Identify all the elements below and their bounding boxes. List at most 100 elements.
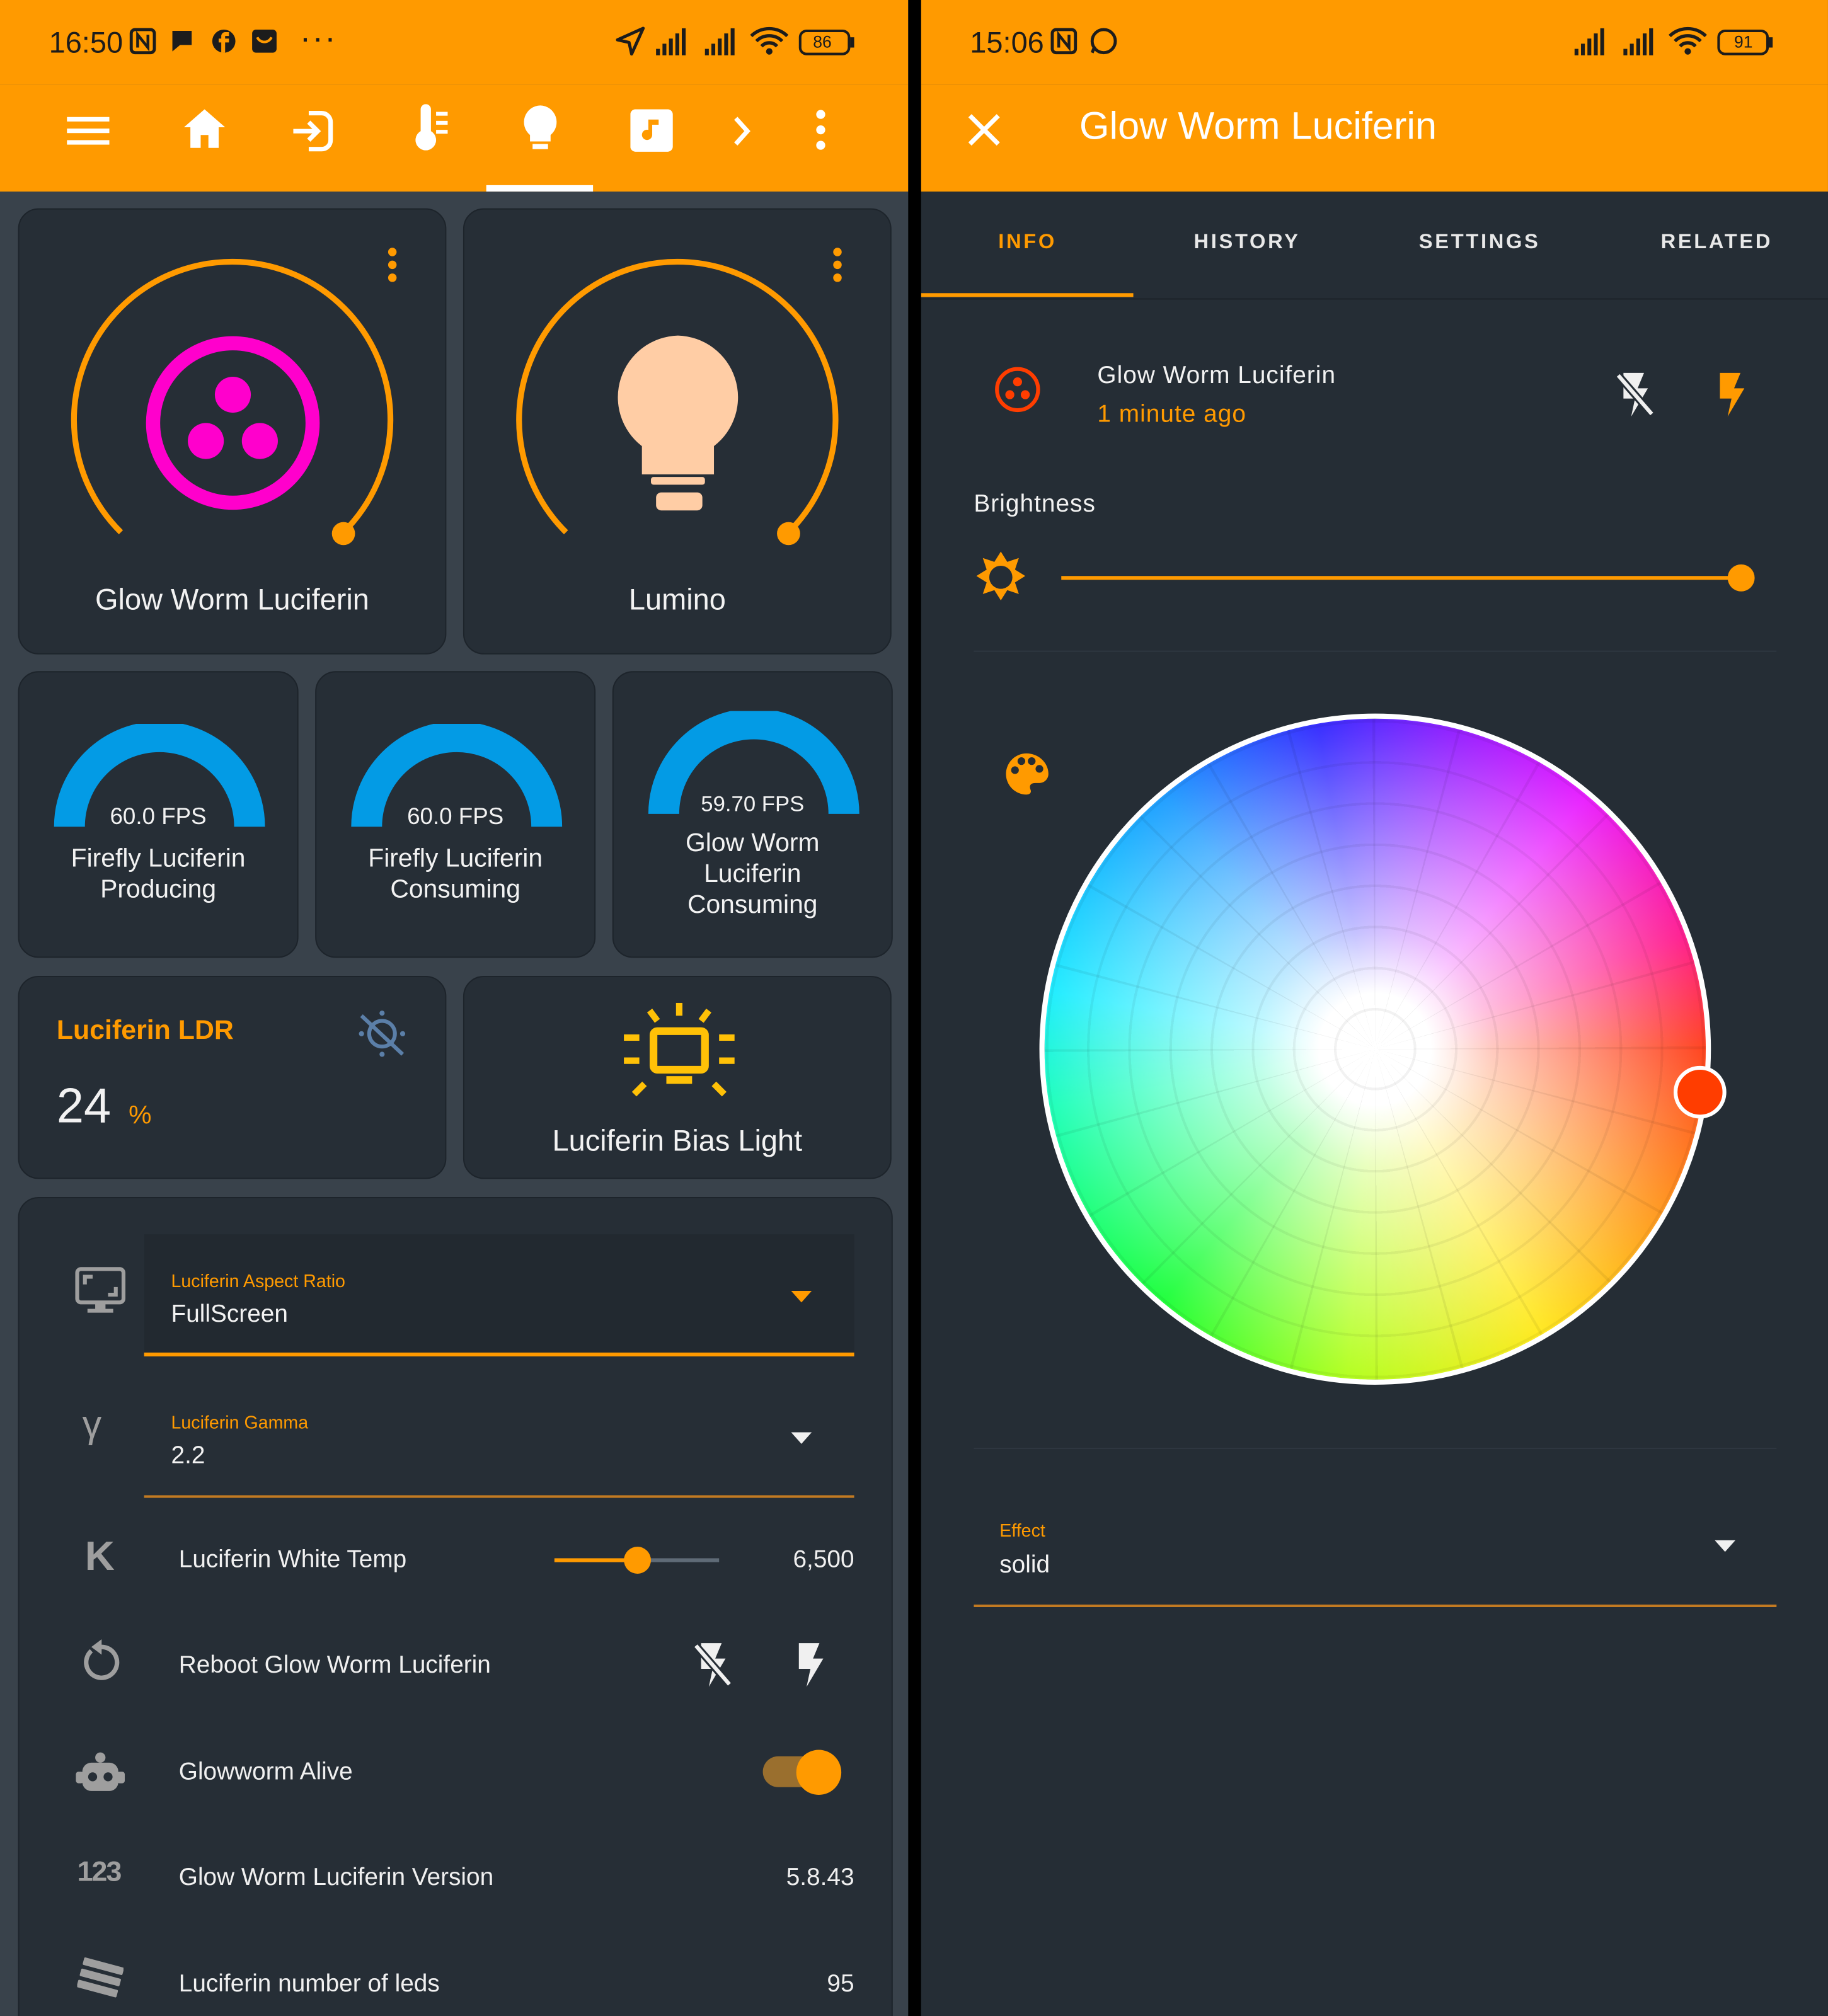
gamma-select[interactable]: Luciferin Gamma 2.2: [144, 1376, 854, 1498]
alive-toggle[interactable]: [762, 1750, 842, 1795]
effect-select[interactable]: Effect solid: [974, 1491, 1777, 1607]
last-updated: 1 minute ago: [1097, 401, 1246, 428]
toggle-knob: [796, 1750, 842, 1795]
glowworm-icon: [146, 336, 320, 510]
select-label: Luciferin Aspect Ratio: [171, 1270, 345, 1291]
tab-settings[interactable]: SETTINGS: [1419, 231, 1541, 255]
light-card-glowworm[interactable]: Glow Worm Luciferin: [18, 208, 447, 655]
gauge-value: 60.0 FPS: [110, 803, 207, 830]
gauge-card-consuming[interactable]: 60.0 FPS Firefly Luciferin Consuming: [315, 671, 596, 958]
restart-icon: [84, 1639, 120, 1680]
flash-off-icon[interactable]: [691, 1641, 734, 1690]
gamma-icon: γ: [82, 1404, 102, 1446]
brightness-slider[interactable]: [1061, 564, 1755, 592]
version-label: Glow Worm Luciferin Version: [178, 1864, 494, 1892]
select-label: Effect: [999, 1520, 1045, 1540]
flash-icon[interactable]: [793, 1641, 826, 1690]
divider: [974, 650, 1777, 652]
brightness-label: Brightness: [974, 491, 1096, 518]
ldr-title: Luciferin LDR: [56, 1016, 234, 1046]
battery-level: 86: [813, 32, 832, 52]
alive-label: Glowworm Alive: [178, 1758, 353, 1786]
status-time: 16:50: [49, 25, 124, 59]
numeric-icon: 123: [77, 1855, 122, 1887]
gauge-label: Glow Worm Luciferin Consuming: [686, 829, 820, 920]
music-icon[interactable]: [630, 109, 674, 152]
system-icons: [1574, 26, 1773, 55]
gauge-label: Firefly Luciferin Producing: [71, 844, 246, 904]
entity-name: Glow Worm Luciferin: [1097, 362, 1337, 390]
notification-icons: [1050, 28, 1117, 55]
palette-icon: [1006, 753, 1049, 795]
ldr-value: 24: [56, 1080, 112, 1134]
select-value: FullScreen: [171, 1301, 288, 1329]
status-bar: 16:50 ··· 86: [0, 0, 909, 85]
wheel-segments: [1044, 718, 1706, 1380]
home-icon[interactable]: [181, 106, 227, 150]
tab-related[interactable]: RELATED: [1661, 231, 1773, 255]
bias-light-card[interactable]: Luciferin Bias Light: [463, 975, 892, 1179]
more-vert-icon[interactable]: [810, 108, 831, 154]
flash-icon[interactable]: [1713, 370, 1747, 422]
close-icon[interactable]: [967, 113, 1001, 147]
color-picker-handle[interactable]: [1673, 1065, 1727, 1119]
status-bar: 15:06 91: [921, 0, 1828, 85]
menu-icon[interactable]: [67, 112, 110, 151]
left-screen: 16:50 ··· 86 Glow Worm Luciferin Lumino …: [0, 0, 909, 2016]
white-temp-slider[interactable]: [554, 1547, 720, 1574]
light-card-lumino[interactable]: Lumino: [463, 208, 892, 655]
notification-icons: [129, 28, 277, 55]
dropdown-arrow-icon: [1715, 1540, 1735, 1552]
ldr-unit: %: [129, 1101, 152, 1130]
brightness-auto-off-icon: [359, 1011, 406, 1057]
leds-label: Luciferin number of leds: [178, 1971, 440, 1998]
dropdown-arrow-icon: [791, 1432, 812, 1444]
gauge-card-producing[interactable]: 60.0 FPS Firefly Luciferin Producing: [18, 671, 299, 958]
ldr-card[interactable]: Luciferin LDR 24 %: [18, 975, 447, 1179]
monitor-screenshot-icon: [75, 1267, 126, 1313]
select-value: 2.2: [171, 1442, 205, 1470]
monitor-light-icon: [624, 1002, 735, 1097]
robot-icon: [76, 1752, 125, 1791]
tab-info[interactable]: INFO: [998, 231, 1057, 255]
active-tab-indicator: [486, 185, 594, 192]
tab-divider: [921, 298, 1828, 300]
aspect-ratio-select[interactable]: Luciferin Aspect Ratio FullScreen: [144, 1234, 854, 1357]
glowworm-icon: [995, 367, 1040, 413]
white-temp-value: 6,500: [793, 1547, 854, 1574]
lightbulb-icon[interactable]: [520, 104, 561, 156]
chevron-right-icon[interactable]: [730, 113, 756, 149]
status-time: 15:06: [970, 25, 1044, 59]
gauge-label: Firefly Luciferin Consuming: [368, 844, 543, 904]
brightness-icon: [976, 551, 1026, 601]
dialog-title: Glow Worm Luciferin: [1079, 105, 1437, 148]
dropdown-arrow-icon: [791, 1290, 812, 1303]
dialog-header: Glow Worm Luciferin: [921, 84, 1828, 192]
select-value: solid: [999, 1552, 1050, 1579]
bias-light-label: Luciferin Bias Light: [552, 1123, 803, 1157]
slider-thumb[interactable]: [624, 1547, 651, 1574]
reboot-label: Reboot Glow Worm Luciferin: [178, 1652, 491, 1680]
lightbulb-icon: [618, 335, 739, 511]
leds-value: 95: [827, 1971, 854, 1998]
white-temp-label: Luciferin White Temp: [178, 1547, 407, 1574]
active-tab-indicator: [921, 293, 1134, 297]
light-name: Lumino: [628, 582, 726, 616]
login-icon[interactable]: [290, 106, 340, 156]
battery-level: 91: [1733, 32, 1753, 52]
more-notifications: ···: [299, 18, 337, 57]
dashboard-toolbar: [0, 84, 909, 192]
select-label: Luciferin Gamma: [171, 1411, 309, 1433]
gauge-card-glowworm[interactable]: 59.70 FPS Glow Worm Luciferin Consuming: [612, 671, 893, 958]
color-wheel[interactable]: [1039, 713, 1711, 1385]
slider-thumb[interactable]: [1727, 564, 1755, 592]
tab-history[interactable]: HISTORY: [1194, 231, 1301, 255]
gauge-value: 59.70 FPS: [701, 792, 805, 816]
version-value: 5.8.43: [786, 1864, 854, 1892]
led-strip-icon: [77, 1957, 124, 1998]
divider: [974, 1447, 1777, 1449]
right-screen: 15:06 91 Glow Worm Luciferin INFO HISTOR…: [921, 0, 1828, 2016]
flash-off-icon[interactable]: [1613, 370, 1657, 422]
thermometer-icon[interactable]: [406, 104, 452, 153]
light-name: Glow Worm Luciferin: [95, 582, 369, 616]
